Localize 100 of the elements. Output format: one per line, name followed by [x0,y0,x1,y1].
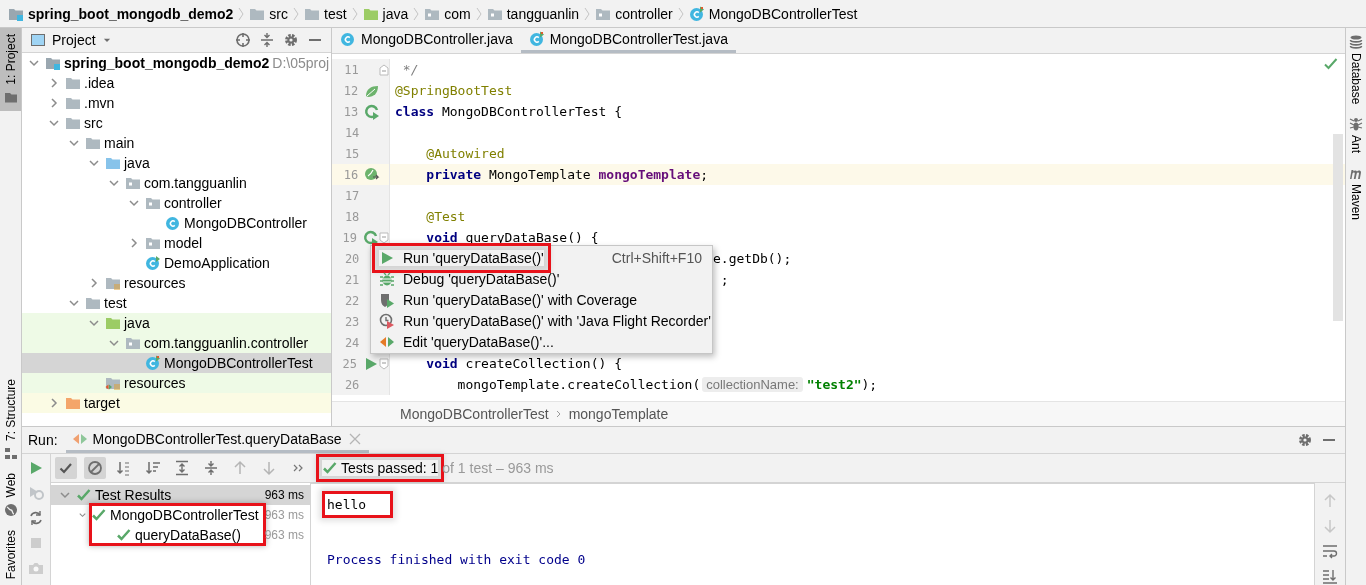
breadcrumb-item[interactable]: tangguanlin [486,5,580,22]
tree-item[interactable]: MongoDBControllerTest [22,353,331,373]
console-line: hello [325,494,391,515]
sort-icon[interactable] [145,460,161,476]
folder-icon [65,395,81,411]
tool-window-tab[interactable]: 7: Structure [0,373,21,468]
tree-item[interactable]: controller [22,193,331,213]
tree-item[interactable]: MongoDBController [22,213,331,233]
tree-item[interactable]: src [22,113,331,133]
run-tab[interactable]: MongoDBControllerTest.queryDataBase [65,427,369,453]
tool-window-tab[interactable]: Maven [1346,159,1366,227]
tree-item[interactable]: main [22,133,331,153]
chevron-icon [676,5,685,22]
editor-tab[interactable]: MongoDBController.java [332,28,521,53]
code-line: */ [401,62,419,77]
tree-item[interactable]: model [22,233,331,253]
tool-window-tab[interactable]: Database [1346,28,1366,111]
panel-icon [30,32,46,48]
run-test-icon[interactable] [364,103,381,120]
folder-icon [65,95,81,111]
status-text: Tests passed: 1 [341,460,439,476]
bean-icon[interactable] [364,166,381,183]
sort-icon[interactable] [116,460,132,476]
settings-icon[interactable] [1297,432,1313,448]
settings-icon[interactable] [283,32,299,48]
check-icon [91,507,107,523]
breadcrumb-item[interactable]: mongoTemplate [568,406,669,422]
test-class-icon [688,5,705,22]
tree-item[interactable]: java [22,153,331,173]
class-icon [165,215,181,231]
code-line: private MongoTemplate mongoTemplate; [425,167,709,182]
code-line: e.getDb(); [712,251,792,266]
menu-item[interactable]: Run 'queryDataBase()' with Coverage [371,289,712,310]
line-number: 21 [343,272,361,287]
check-icon [322,460,338,476]
tree-item[interactable]: java [22,313,331,333]
line-number: 17 [343,188,361,203]
tool-window-tab[interactable]: Web [0,467,21,524]
soft-wrap-icon[interactable] [1322,543,1338,559]
tool-window-tab[interactable]: Ant [1346,110,1366,160]
code-line: mongoTemplate.createCollection( collectionName: "test2"); [456,377,878,392]
up-arrow-icon[interactable] [232,460,248,476]
tree-item[interactable]: resources [22,273,331,293]
menu-item[interactable]: Debug 'queryDataBase()' [371,268,712,289]
shield-play-icon [379,291,395,308]
test-class-icon [145,355,161,371]
collapse-all-icon[interactable] [203,460,219,476]
menu-item[interactable]: Run 'queryDataBase()' Ctrl+Shift+F10 [371,247,712,268]
run-test-icon[interactable] [363,229,379,246]
code-line: void queryDataBase() { [425,230,599,245]
blocked-icon[interactable] [87,460,103,476]
expand-all-icon[interactable] [174,460,190,476]
tree-item[interactable]: target [22,393,331,413]
cycle-icon[interactable] [28,510,44,526]
chevron-icon [474,5,483,22]
collapse-icon[interactable] [259,32,275,48]
test-result-item[interactable]: Test Results 963 ms [51,485,310,505]
menu-item[interactable]: Edit 'queryDataBase()'... [371,331,712,352]
scroll-to-end-icon[interactable] [1322,568,1338,584]
line-number: 15 [343,146,361,161]
tree-item[interactable]: test [22,293,331,313]
tree-item[interactable]: resources [22,373,331,393]
down-arrow-icon[interactable] [261,460,277,476]
tree-item[interactable]: .idea [22,73,331,93]
menu-item[interactable]: Run 'queryDataBase()' with 'Java Flight Recorder' [371,310,712,331]
chevron-icon [350,5,359,22]
tool-window-tab[interactable]: 1: Project [0,28,21,111]
tree-item[interactable]: com.tangguanlin.controller [22,333,331,353]
tree-item[interactable]: .mvn [22,93,331,113]
breadcrumb-item[interactable]: com [424,5,471,22]
tree-item[interactable]: DemoApplication [22,253,331,273]
scrollbar[interactable] [1333,134,1343,321]
class-icon [145,255,161,271]
breadcrumb-item[interactable]: MongoDBControllerTest [688,5,858,22]
code-line: @SpringBootTest [394,83,513,98]
fold-icon[interactable] [379,231,389,244]
tree-item[interactable]: spring_boot_mongodb_demo2 D:\05proj [22,53,331,73]
breadcrumb-item[interactable]: spring_boot_mongodb_demo2 [8,5,234,22]
project-view-dropdown[interactable]: Project [30,32,112,48]
line-number: 25 [341,356,358,371]
line-number: 20 [343,251,361,266]
line-number: 12 [342,83,360,98]
bug-icon [379,270,395,287]
chevron-icon [292,5,300,22]
test-result-item[interactable]: MongoDBControllerTest 963 ms [51,505,310,525]
breadcrumb-item[interactable]: java [362,5,409,22]
line-number: 18 [343,209,361,224]
breadcrumb-item[interactable]: MongoDBControllerTest [400,406,549,422]
tool-window-tab[interactable]: Favorites [0,523,21,585]
database-icon [1348,34,1364,50]
target-icon[interactable] [235,32,251,48]
play-icon[interactable] [28,460,44,476]
breadcrumb-item[interactable]: controller [595,5,673,22]
play-icon[interactable] [363,355,379,372]
package-icon [145,235,161,251]
breadcrumb-item[interactable]: test [304,5,347,22]
tree-item[interactable]: com.tangguanlin [22,173,331,193]
breadcrumb-item[interactable]: src [249,5,288,22]
editor-tab[interactable]: MongoDBControllerTest.java [520,28,736,53]
resources-folder-icon [105,375,121,391]
